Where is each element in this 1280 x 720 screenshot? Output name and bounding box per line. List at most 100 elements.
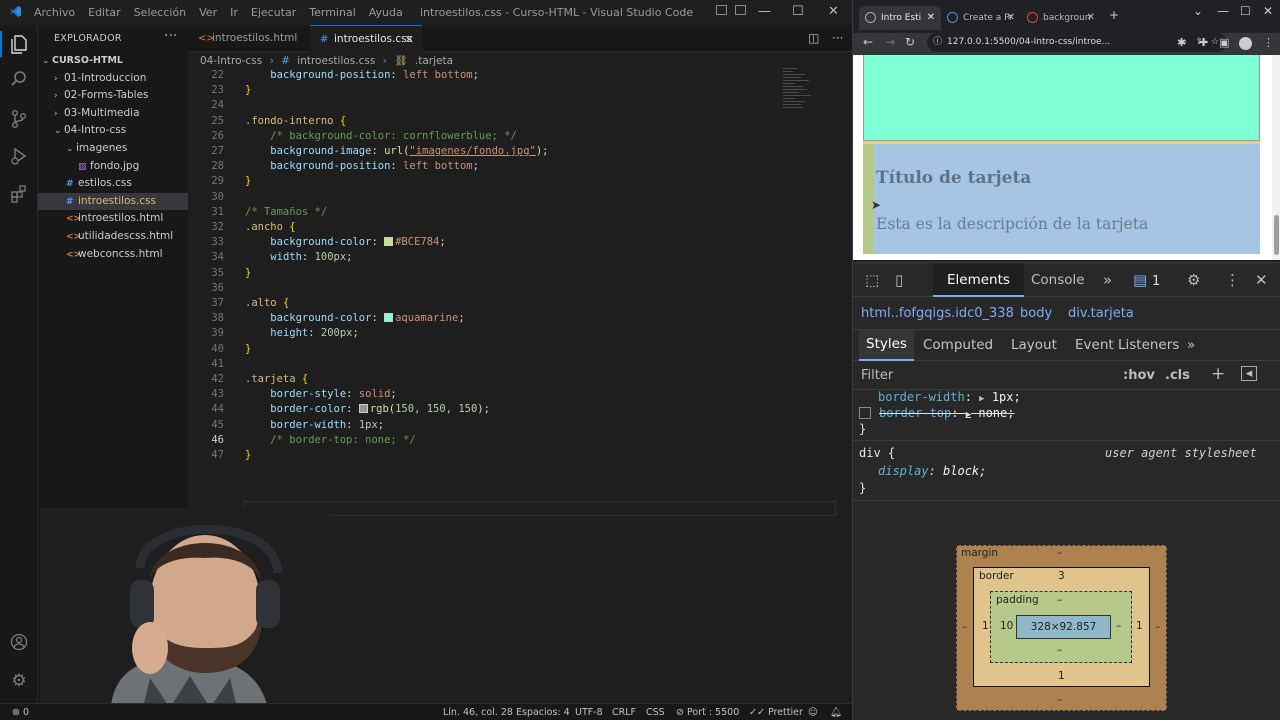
live-server-port[interactable]: ⊘ Port : 5500 — [676, 707, 739, 718]
prettier-status[interactable]: ✓✓ Prettier — [749, 707, 803, 718]
language-mode[interactable]: CSS — [646, 707, 665, 718]
notifications-bell-icon[interactable]: 🔔︎ — [830, 707, 842, 718]
margin-right-value[interactable]: – — [1155, 621, 1160, 633]
padding-top-value[interactable]: – — [1057, 594, 1062, 606]
page-scrollbar-thumb[interactable] — [1274, 215, 1279, 255]
encoding-status[interactable]: UTF-8 — [575, 707, 603, 718]
crumb-html[interactable]: html..fofgqigs.idc0_338 — [861, 306, 1014, 321]
minimap[interactable] — [783, 68, 843, 138]
tree-item-02-forms-tables[interactable]: › 02-Forms-Tables — [38, 87, 188, 105]
toggle-sidebar-icon[interactable] — [735, 5, 746, 15]
reload-icon[interactable]: ↻ — [905, 35, 915, 49]
breadcrumb-folder[interactable]: 04-Intro-css — [200, 55, 262, 67]
account-icon[interactable] — [9, 633, 29, 653]
menu-seleccion[interactable]: Selección — [134, 6, 186, 19]
menu-editar[interactable]: Editar — [88, 6, 121, 19]
extension-icon[interactable]: ✱ — [1177, 36, 1186, 49]
new-tab-icon[interactable]: + — [1109, 8, 1119, 22]
tab-search-icon[interactable]: ⌄ — [1193, 4, 1203, 18]
more-subtabs-icon[interactable]: » — [1187, 337, 1195, 353]
device-toolbar-icon[interactable]: ▯ — [895, 271, 903, 289]
hov-button[interactable]: :hov — [1123, 368, 1155, 383]
border-top-value[interactable]: 3 — [1058, 570, 1065, 582]
color-swatch-aquamarine[interactable] — [384, 313, 394, 323]
subtab-event-listeners[interactable]: Event Listeners — [1075, 337, 1179, 353]
explorer-icon[interactable] — [9, 34, 29, 54]
box-model-content[interactable]: 328×92.857 — [1016, 615, 1111, 639]
issues-icon[interactable]: ▤ 1 — [1133, 271, 1160, 289]
browser-tab-intro-estilos[interactable]: Intro Estilos ✕ — [859, 6, 941, 30]
tree-item-01-introduccion[interactable]: › 01-Introduccion — [38, 70, 188, 88]
tab-elements[interactable]: Elements — [933, 263, 1024, 297]
close-devtools-icon[interactable]: ✕ — [1255, 271, 1268, 289]
menu-ir[interactable]: Ir — [230, 6, 238, 19]
rule-border-top[interactable]: border-top: ▶ none; — [859, 406, 1015, 420]
crumb-body[interactable]: body — [1020, 306, 1052, 321]
tree-item-03-multimedia[interactable]: › 03-Multimedia — [38, 105, 188, 123]
eol-status[interactable]: CRLF — [612, 707, 636, 718]
more-tabs-icon[interactable]: » — [1103, 271, 1112, 289]
menu-terminal[interactable]: Terminal — [309, 6, 356, 19]
devtools-settings-gear-icon[interactable]: ⚙ — [1187, 271, 1200, 289]
breadcrumb-file[interactable]: introestilos.css — [297, 55, 375, 67]
run-debug-icon[interactable] — [9, 147, 29, 167]
close-window-icon[interactable]: ✕ — [1263, 4, 1273, 18]
forward-icon[interactable]: → — [885, 35, 895, 49]
tree-item-estilos-css[interactable]: # estilos.css — [38, 175, 188, 193]
crumb-div-tarjeta[interactable]: div.tarjeta — [1068, 306, 1134, 321]
toggle-panel-icon[interactable] — [716, 5, 727, 15]
indentation-status[interactable]: Espacios: 4 — [516, 707, 570, 718]
menu-archivo[interactable]: Archivo — [34, 6, 75, 19]
search-icon[interactable] — [9, 70, 29, 90]
profile-avatar[interactable] — [1239, 37, 1252, 50]
border-bottom-value[interactable]: 1 — [1058, 670, 1065, 682]
tree-item-webconcss-html[interactable]: <>webconcss.html — [38, 246, 188, 264]
minimize-icon[interactable]: — — [1217, 4, 1229, 18]
rule-border-width[interactable]: border-width: ▶ 1px; — [878, 390, 1021, 404]
close-window-icon[interactable]: ✕ — [828, 4, 839, 19]
menu-ayuda[interactable]: Ayuda — [369, 6, 403, 19]
tarjeta-content-highlight[interactable] — [863, 142, 1260, 254]
subtab-styles[interactable]: Styles — [859, 330, 914, 361]
back-icon[interactable]: ← — [863, 35, 873, 49]
subtab-layout[interactable]: Layout — [1011, 337, 1057, 353]
tree-item-04-intro-css[interactable]: ⌄ 04-Intro-css — [38, 122, 188, 140]
minimize-icon[interactable]: — — [758, 4, 771, 19]
menu-ver[interactable]: Ver — [199, 6, 217, 19]
split-editor-icon[interactable]: ◫ — [808, 31, 819, 45]
close-tab-icon[interactable]: ✕ — [927, 6, 935, 30]
div-selector[interactable]: div { — [859, 446, 895, 460]
tree-item-curso-html[interactable]: ⌄ CURSO-HTML — [38, 52, 188, 70]
bookmark-star-icon[interactable]: ☆ — [1211, 33, 1219, 52]
code-editor[interactable]: 22 23 24 25 26 27 28 29 30 31 32 33 34 35 36 37 38 39 40 41… — [188, 69, 836, 516]
padding-right-value[interactable]: – — [1116, 620, 1121, 632]
close-tab-icon[interactable]: ✕ — [405, 26, 414, 53]
toggle-sidebar-icon[interactable]: ◂ — [1241, 366, 1257, 381]
margin-left-value[interactable]: – — [962, 621, 967, 633]
padding-bottom-value[interactable]: – — [1057, 644, 1062, 656]
editor-more-icon[interactable]: ··· — [832, 31, 843, 45]
margin-bottom-value[interactable]: – — [1057, 694, 1062, 706]
settings-gear-icon[interactable]: ⚙ — [9, 671, 29, 691]
cursor-position[interactable]: Lín. 46, col. 28 — [443, 707, 513, 718]
site-info-icon[interactable]: ⓘ — [933, 33, 942, 52]
browser-tab-background[interactable]: backgroun ✕ — [1021, 6, 1101, 30]
color-swatch-gray[interactable] — [358, 404, 368, 414]
border-left-value[interactable]: 1 — [982, 620, 989, 632]
color-swatch-lime[interactable] — [384, 237, 394, 247]
problems-status[interactable]: ⊗ 0 — [12, 707, 29, 718]
devtools-menu-icon[interactable]: ⋮ — [1225, 271, 1240, 289]
extensions-icon[interactable] — [9, 185, 29, 205]
padding-left-value[interactable]: 10 — [1000, 620, 1013, 632]
cls-button[interactable]: .cls — [1165, 368, 1190, 383]
inspect-element-icon[interactable]: ⬚ — [865, 271, 879, 289]
tree-item-introestilos-html[interactable]: <>introestilos.html — [38, 210, 188, 228]
tree-item-fondo-jpg[interactable]: ▨ fondo.jpg — [38, 158, 188, 176]
extensions-puzzle-icon[interactable]: ✚ — [1199, 36, 1208, 49]
close-tab-icon[interactable]: ✕ — [1007, 6, 1015, 30]
maximize-icon[interactable]: ☐ — [1240, 4, 1251, 18]
tab-introestilos-html[interactable]: <> introestilos.html — [188, 25, 310, 52]
feedback-icon[interactable]: ☺ — [808, 707, 818, 718]
property-checkbox[interactable] — [859, 407, 871, 419]
tab-introestilos-css[interactable]: # introestilos.css ✕ — [310, 25, 422, 52]
